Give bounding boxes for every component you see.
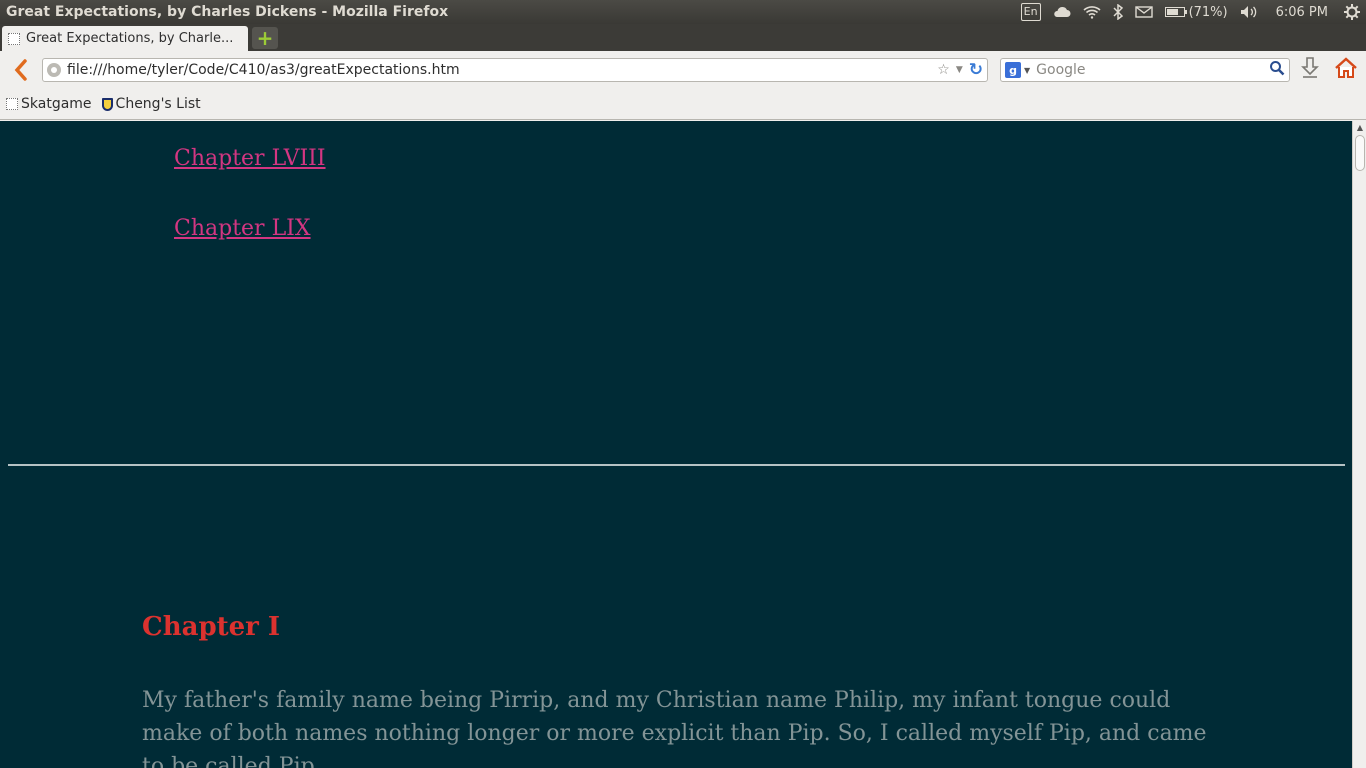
navigation-toolbar: file:///home/tyler/Code/C410/as3/greatEx… xyxy=(0,51,1366,89)
home-icon[interactable] xyxy=(1334,57,1358,83)
toc-link-chapter-lviii[interactable]: Chapter LVIII xyxy=(174,146,326,171)
toc-link-chapter-lix[interactable]: Chapter LIX xyxy=(174,216,311,241)
horizontal-rule xyxy=(8,464,1345,466)
bookmark-star-icon[interactable]: ☆ xyxy=(937,62,950,78)
shield-icon xyxy=(101,97,113,111)
plus-icon: + xyxy=(256,26,274,50)
vertical-scrollbar[interactable]: ▲ xyxy=(1352,121,1366,768)
back-arrow-icon xyxy=(14,59,27,81)
wifi-icon[interactable] xyxy=(1083,3,1101,21)
bookmarks-toolbar: Skatgame Cheng's List xyxy=(0,89,1366,120)
search-input[interactable] xyxy=(1036,62,1269,78)
mail-icon[interactable] xyxy=(1134,3,1153,21)
bluetooth-icon[interactable] xyxy=(1113,3,1123,21)
window-title: Great Expectations, by Charles Dickens -… xyxy=(6,4,449,20)
battery-percentage: (71%) xyxy=(1188,4,1228,20)
bookmark-chengs-list[interactable]: Cheng's List xyxy=(101,96,201,112)
google-engine-icon[interactable]: g xyxy=(1005,62,1021,78)
system-top-panel: Great Expectations, by Charles Dickens -… xyxy=(0,0,1366,24)
search-bar[interactable]: g ▼ xyxy=(1000,58,1290,82)
bookmark-label: Cheng's List xyxy=(115,96,201,112)
chapter-heading: Chapter I xyxy=(142,612,281,642)
clock[interactable]: 6:06 PM xyxy=(1276,3,1328,21)
bookmark-label: Skatgame xyxy=(21,96,92,112)
tab-label: Great Expectations, by Charle... xyxy=(26,31,234,46)
engine-dropdown-icon[interactable]: ▼ xyxy=(1024,66,1030,75)
cloud-icon[interactable] xyxy=(1053,3,1071,21)
reload-icon[interactable]: ↻ xyxy=(969,60,983,80)
scrollbar-thumb[interactable] xyxy=(1355,135,1365,171)
downloads-icon[interactable] xyxy=(1300,57,1320,83)
tab-strip: Great Expectations, by Charle... + xyxy=(0,24,1366,51)
scroll-up-arrow-icon[interactable]: ▲ xyxy=(1353,123,1366,132)
site-identity-icon[interactable] xyxy=(47,63,61,77)
magnifier-icon[interactable] xyxy=(1269,60,1285,80)
bookmark-skatgame[interactable]: Skatgame xyxy=(6,96,92,112)
battery-indicator[interactable]: (71%) xyxy=(1164,3,1228,21)
blank-page-icon xyxy=(8,32,20,45)
chapter-paragraph: My father's family name being Pirrip, an… xyxy=(142,688,1207,768)
new-tab-button[interactable]: + xyxy=(252,27,278,49)
tab-great-expectations[interactable]: Great Expectations, by Charle... xyxy=(2,26,248,51)
back-button[interactable] xyxy=(6,55,36,85)
battery-icon xyxy=(1164,7,1187,17)
keyboard-layout-indicator[interactable]: En xyxy=(1020,3,1041,21)
page-content: Chapter LVIII Chapter LIX Chapter I My f… xyxy=(0,121,1352,768)
history-dropdown-icon[interactable]: ▼ xyxy=(956,65,963,75)
session-gear-icon[interactable] xyxy=(1344,3,1360,21)
blank-page-icon xyxy=(6,98,18,110)
system-tray: En (71%) 6:06 PM xyxy=(1020,3,1360,21)
url-bar[interactable]: file:///home/tyler/Code/C410/as3/greatEx… xyxy=(42,58,988,82)
volume-icon[interactable] xyxy=(1240,3,1258,21)
url-text[interactable]: file:///home/tyler/Code/C410/as3/greatEx… xyxy=(67,62,937,78)
